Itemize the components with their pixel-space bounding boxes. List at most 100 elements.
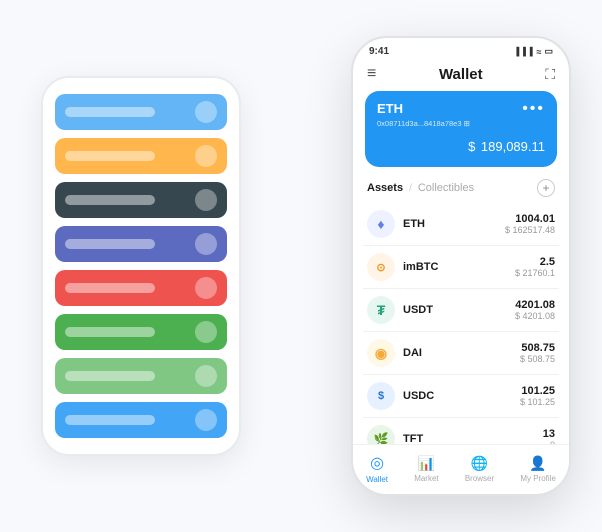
tft-amounts: 13 0 [543, 428, 555, 444]
nav-browser[interactable]: 🌐 Browser [465, 455, 494, 483]
eth-name: ETH [403, 218, 497, 230]
usdc-amounts: 101.25 $ 101.25 [520, 385, 555, 407]
add-asset-button[interactable]: + [537, 179, 555, 197]
wallet-nav-icon: ◎ [370, 453, 384, 473]
dai-amount: 508.75 [520, 342, 555, 354]
eth-usd: $ 162517.48 [505, 225, 555, 235]
eth-card-menu[interactable]: ••• [522, 101, 545, 117]
imbtc-name: imBTC [403, 261, 507, 273]
tab-divider: / [409, 183, 412, 194]
card-bar [65, 107, 155, 117]
asset-item-dai[interactable]: ◉ DAI 508.75 $ 508.75 [363, 332, 559, 375]
scene: 9:41 ▐▐▐ ≈ ▭ ≡ Wallet ⛶ ETH ••• 0x08711d… [21, 21, 581, 511]
card-icon [195, 101, 217, 123]
card-bar [65, 327, 155, 337]
nav-profile[interactable]: 👤 My Profile [520, 455, 556, 483]
usdt-icon: ₮ [367, 296, 395, 324]
card-bar [65, 239, 155, 249]
usdt-amount: 4201.08 [515, 299, 555, 311]
usdc-icon: $ [367, 382, 395, 410]
assets-tabs: Assets / Collectibles [367, 182, 474, 194]
browser-nav-label: Browser [465, 474, 494, 483]
menu-icon[interactable]: ≡ [367, 65, 376, 83]
time-display: 9:41 [369, 46, 389, 57]
eth-amount-value: 189,089.11 [481, 139, 545, 154]
browser-nav-icon: 🌐 [471, 455, 488, 472]
imbtc-amount: 2.5 [515, 256, 555, 268]
signal-icon: ▐▐▐ [514, 47, 534, 56]
market-nav-label: Market [414, 474, 438, 483]
card-blue[interactable] [55, 94, 227, 130]
market-nav-icon: 📊 [418, 455, 435, 472]
tab-assets[interactable]: Assets [367, 182, 403, 194]
tft-name: TFT [403, 433, 535, 444]
card-bar [65, 195, 155, 205]
card-green[interactable] [55, 314, 227, 350]
fg-phone: 9:41 ▐▐▐ ≈ ▭ ≡ Wallet ⛶ ETH ••• 0x08711d… [351, 36, 571, 496]
battery-icon: ▭ [544, 46, 553, 57]
wifi-icon: ≈ [537, 47, 542, 57]
card-bar [65, 415, 155, 425]
eth-card-top: ETH ••• [377, 101, 545, 117]
phone-header: ≡ Wallet ⛶ [353, 61, 569, 91]
card-icon [195, 233, 217, 255]
dai-usd: $ 508.75 [520, 354, 555, 364]
card-purple[interactable] [55, 226, 227, 262]
asset-item-usdt[interactable]: ₮ USDT 4201.08 $ 4201.08 [363, 289, 559, 332]
profile-nav-label: My Profile [520, 474, 556, 483]
imbtc-amounts: 2.5 $ 21760.1 [515, 256, 555, 278]
bottom-nav: ◎ Wallet 📊 Market 🌐 Browser 👤 My Profile [353, 444, 569, 494]
usdc-name: USDC [403, 390, 512, 402]
card-lightblue[interactable] [55, 402, 227, 438]
profile-nav-icon: 👤 [529, 455, 546, 472]
card-icon [195, 189, 217, 211]
card-icon [195, 321, 217, 343]
bg-phone [41, 76, 241, 456]
card-icon [195, 365, 217, 387]
asset-item-usdc[interactable]: $ USDC 101.25 $ 101.25 [363, 375, 559, 418]
dai-icon: ◉ [367, 339, 395, 367]
usdt-name: USDT [403, 304, 507, 316]
eth-card-title: ETH [377, 101, 403, 116]
asset-item-tft[interactable]: 🌿 TFT 13 0 [363, 418, 559, 444]
card-bar [65, 371, 155, 381]
usdt-usd: $ 4201.08 [515, 311, 555, 321]
asset-item-imbtc[interactable]: ⊙ imBTC 2.5 $ 21760.1 [363, 246, 559, 289]
card-red[interactable] [55, 270, 227, 306]
expand-icon[interactable]: ⛶ [545, 66, 555, 83]
eth-card-amount: $ 189,089.11 [377, 134, 545, 157]
asset-item-eth[interactable]: ♦ ETH 1004.01 $ 162517.48 [363, 203, 559, 246]
card-orange[interactable] [55, 138, 227, 174]
eth-amounts: 1004.01 $ 162517.48 [505, 213, 555, 235]
eth-card-address: 0x08711d3a...8418a78e3 ⊞ [377, 119, 545, 128]
eth-card[interactable]: ETH ••• 0x08711d3a...8418a78e3 ⊞ $ 189,0… [365, 91, 557, 167]
usdc-amount: 101.25 [520, 385, 555, 397]
eth-amount: 1004.01 [505, 213, 555, 225]
page-title: Wallet [439, 66, 483, 83]
assets-header: Assets / Collectibles + [353, 177, 569, 203]
dai-amounts: 508.75 $ 508.75 [520, 342, 555, 364]
imbtc-icon: ⊙ [367, 253, 395, 281]
card-dark[interactable] [55, 182, 227, 218]
eth-currency-symbol: $ [468, 139, 475, 154]
card-icon [195, 277, 217, 299]
card-icon [195, 409, 217, 431]
usdt-amounts: 4201.08 $ 4201.08 [515, 299, 555, 321]
usdc-usd: $ 101.25 [520, 397, 555, 407]
imbtc-usd: $ 21760.1 [515, 268, 555, 278]
eth-icon: ♦ [367, 210, 395, 238]
status-icons: ▐▐▐ ≈ ▭ [514, 46, 553, 57]
wallet-nav-label: Wallet [366, 475, 388, 484]
asset-list: ♦ ETH 1004.01 $ 162517.48 ⊙ imBTC 2.5 $ … [353, 203, 569, 444]
nav-wallet[interactable]: ◎ Wallet [366, 453, 388, 484]
card-bar [65, 283, 155, 293]
card-icon [195, 145, 217, 167]
status-bar: 9:41 ▐▐▐ ≈ ▭ [353, 38, 569, 61]
dai-name: DAI [403, 347, 512, 359]
nav-market[interactable]: 📊 Market [414, 455, 438, 483]
card-lightgreen[interactable] [55, 358, 227, 394]
card-bar [65, 151, 155, 161]
tab-collectibles[interactable]: Collectibles [418, 182, 474, 194]
tft-amount: 13 [543, 428, 555, 440]
tft-icon: 🌿 [367, 425, 395, 444]
